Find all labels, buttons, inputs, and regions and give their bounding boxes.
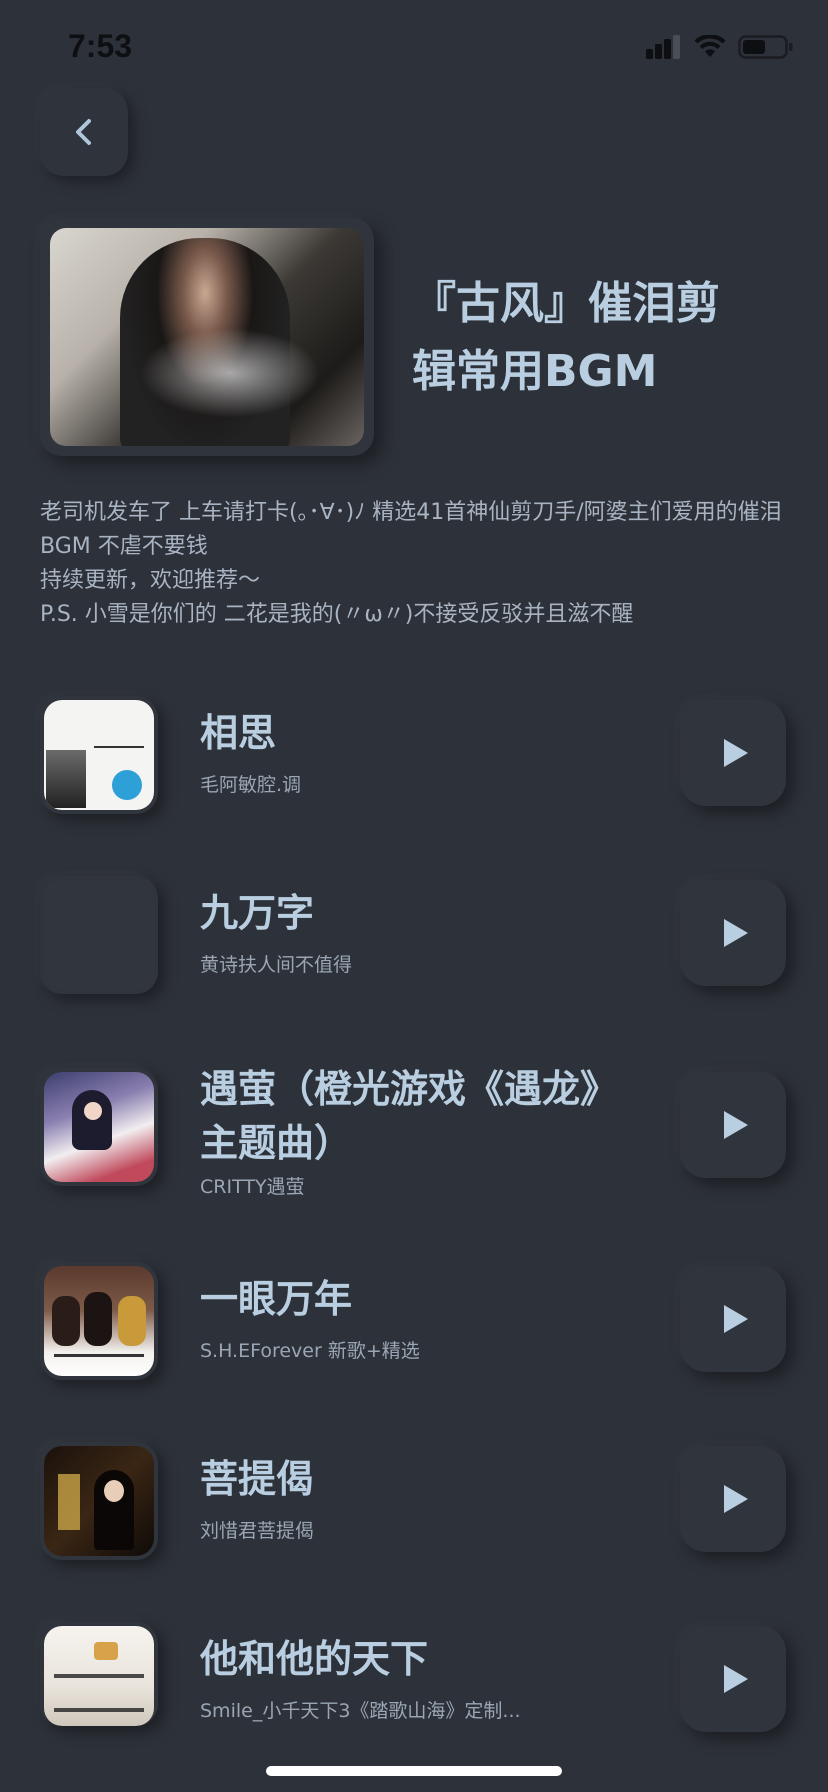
- song-title: 菩提偈: [200, 1457, 315, 1501]
- play-icon: [724, 1111, 748, 1139]
- status-icons: [646, 34, 794, 60]
- song-cover: [40, 876, 158, 994]
- song-artist: 刘惜君菩提偈: [200, 1520, 315, 1542]
- song-title: 九万字: [200, 891, 315, 935]
- play-icon: [724, 1305, 748, 1333]
- song-title: 遇萤（橙光游戏《遇龙》主题曲）: [200, 1067, 619, 1165]
- play-icon: [724, 739, 748, 767]
- playlist-cover-image: [50, 228, 364, 446]
- home-indicator[interactable]: [266, 1766, 562, 1776]
- song-artist: Smile_小千天下3《踏歌山海》定制...: [200, 1700, 521, 1722]
- song-title: 他和他的天下: [200, 1637, 429, 1681]
- playlist-description: 老司机发车了 上车请打卡(｡･∀･)ﾉ 精选41首神仙剪刀手/阿婆主们爱用的催泪…: [40, 500, 782, 627]
- song-cover: [40, 1068, 158, 1186]
- play-button[interactable]: [680, 1266, 786, 1372]
- song-artist: CRITTY遇萤: [200, 1176, 305, 1198]
- song-cover: [40, 1262, 158, 1380]
- song-title: 一眼万年: [200, 1277, 353, 1321]
- chevron-left-icon: [76, 119, 91, 145]
- play-button[interactable]: [680, 1446, 786, 1552]
- signal-icon: [646, 35, 680, 59]
- play-button[interactable]: [680, 1626, 786, 1732]
- play-icon: [724, 919, 748, 947]
- battery-icon: [738, 35, 793, 59]
- play-icon: [724, 1485, 748, 1513]
- song-artist: 黄诗扶人间不值得: [200, 954, 353, 976]
- play-button[interactable]: [680, 880, 786, 986]
- wifi-icon: [694, 35, 726, 57]
- status-time: 7:53: [68, 28, 133, 64]
- song-cover: [40, 1622, 158, 1726]
- song-artist: S.H.EForever 新歌+精选: [200, 1340, 420, 1362]
- playlist-page: 7:53 『古风』催泪剪辑常用BGM 老司机发车了 上车请打卡(｡･∀･)ﾉ 精…: [0, 0, 828, 1792]
- song-cover: [40, 1442, 158, 1560]
- song-title: 相思: [200, 711, 277, 755]
- song-cover: [40, 696, 158, 814]
- play-button[interactable]: [680, 1072, 786, 1178]
- playlist-title: 『古风』催泪剪辑常用BGM: [412, 278, 720, 397]
- play-icon: [724, 1665, 748, 1693]
- song-artist: 毛阿敏腔.调: [200, 774, 302, 796]
- play-button[interactable]: [680, 700, 786, 806]
- playlist-cover: [40, 218, 374, 456]
- back-button[interactable]: [40, 88, 128, 176]
